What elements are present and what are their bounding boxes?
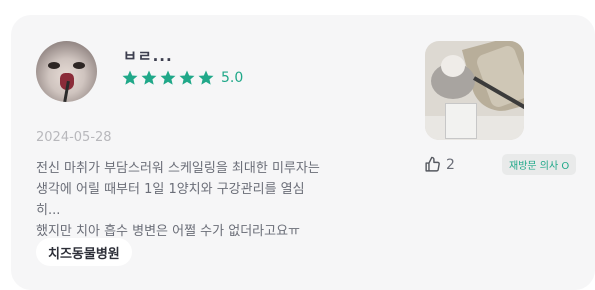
review-text: 전신 마취가 부담스러워 스케일링을 최대한 미루자는 생각에 어릴 때부터 1… [36,161,320,239]
star-icon [141,70,157,85]
user-avatar [36,41,97,102]
photo-box [445,103,477,139]
like-count: 2 [446,156,455,173]
reviewer-name: ㅂㄹ... [123,47,173,65]
star-icon [160,70,176,85]
revisit-badge: 재방문 의사 O [502,154,577,175]
avatar-cat-eye [73,62,85,69]
star-icon [179,70,195,85]
avatar-cat-eye [48,62,60,69]
rating-score: 5.0 [221,70,244,86]
photo-cat-head [441,55,465,77]
star-icon [122,70,138,85]
review-photo[interactable] [425,41,524,140]
star-icon [198,70,214,85]
rating-stars: 5.0 [121,68,243,88]
like-button[interactable]: 2 [424,156,455,173]
thumbs-up-icon [425,156,440,172]
hospital-tag[interactable]: 치즈동물병원 [36,238,132,266]
review-date: 2024-05-28 [36,130,112,145]
